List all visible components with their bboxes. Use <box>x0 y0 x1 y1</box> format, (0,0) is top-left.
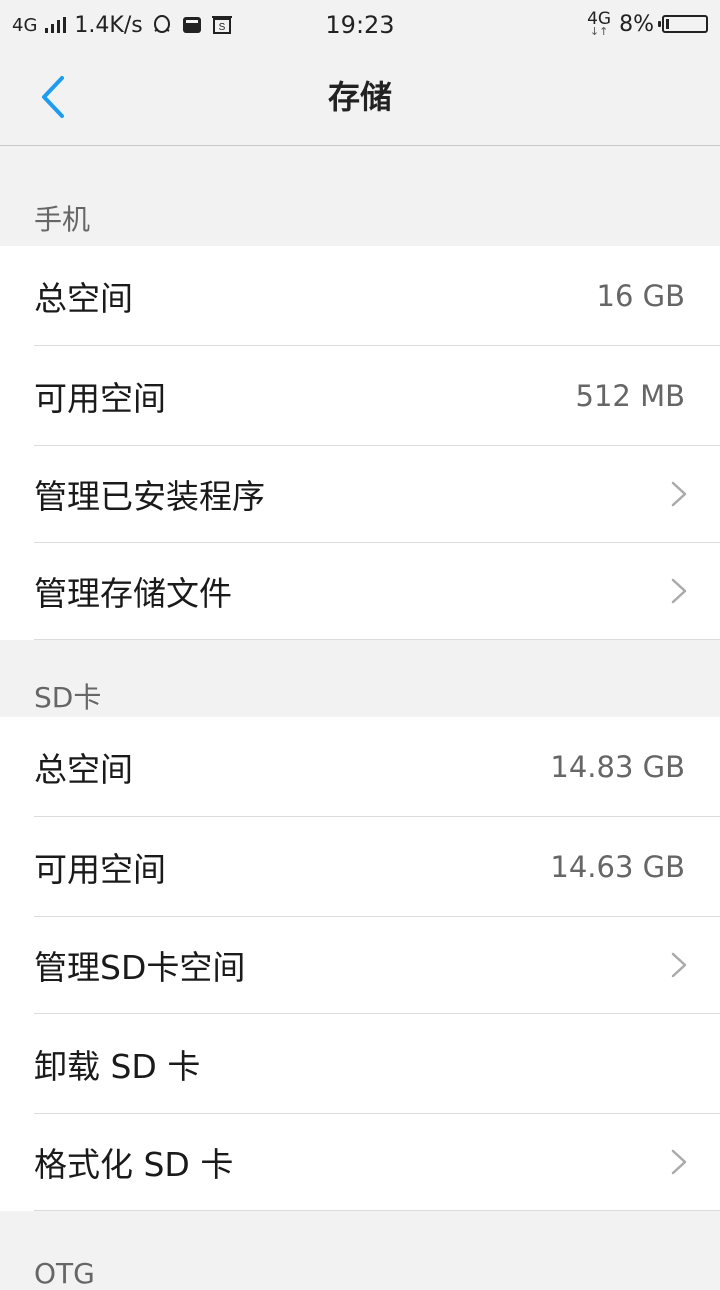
status-bar: 4G 1.4K/s S 19:23 4G ↓↑ 8% <box>0 0 720 50</box>
section-header-phone: 手机 <box>34 203 91 236</box>
manage-storage-files-row[interactable]: 管理存储文件 <box>34 543 720 640</box>
chevron-right-icon <box>671 1149 687 1175</box>
row-label: 总空间 <box>34 749 133 789</box>
sd-total-space-row: 总空间 14.83 GB <box>34 717 720 817</box>
section-header-sd-card: SD卡 <box>34 681 102 714</box>
storage-settings-list: 手机 总空间 16 GB 可用空间 512 MB 管理已安装程序 管理存储文件 … <box>0 146 720 1290</box>
row-value: 14.63 GB <box>550 849 685 884</box>
chevron-right-icon <box>671 578 687 604</box>
chevron-right-icon <box>671 952 687 978</box>
row-label: 管理已安装程序 <box>34 477 265 516</box>
row-label: 格式化 SD 卡 <box>34 1145 234 1184</box>
phone-available-space-row: 可用空间 512 MB <box>34 346 720 446</box>
battery-percent: 8% <box>619 11 654 37</box>
chevron-right-icon <box>671 481 687 507</box>
row-label: 总空间 <box>34 278 133 318</box>
unmount-sd-card-row[interactable]: 卸载 SD 卡 <box>34 1014 720 1114</box>
phone-total-space-row: 总空间 16 GB <box>34 246 720 346</box>
data-arrows-icon: ↓↑ <box>589 25 609 38</box>
chevron-left-icon <box>42 76 64 118</box>
row-label: 可用空间 <box>34 378 166 418</box>
row-label: 管理SD卡空间 <box>34 948 246 987</box>
row-value: 512 MB <box>575 378 686 413</box>
row-label: 可用空间 <box>34 849 166 889</box>
manage-installed-apps-row[interactable]: 管理已安装程序 <box>34 446 720 543</box>
status-bar-right: 4G ↓↑ 8% <box>587 8 708 40</box>
back-button[interactable] <box>30 70 90 125</box>
sd-available-space-row: 可用空间 14.63 GB <box>34 817 720 917</box>
phone-storage-group: 总空间 16 GB 可用空间 512 MB 管理已安装程序 管理存储文件 <box>0 246 720 640</box>
mobile-data-indicator: 4G ↓↑ <box>587 11 611 38</box>
page-title: 存储 <box>327 78 392 116</box>
row-label: 卸载 SD 卡 <box>34 1046 201 1086</box>
format-sd-card-row[interactable]: 格式化 SD 卡 <box>34 1114 720 1211</box>
section-header-otg: OTG <box>34 1257 95 1290</box>
row-label: 管理存储文件 <box>34 574 232 613</box>
navigation-bar: 存储 <box>0 50 720 146</box>
battery-level-fill <box>666 19 669 29</box>
manage-sd-space-row[interactable]: 管理SD卡空间 <box>34 917 720 1014</box>
sd-storage-group: 总空间 14.83 GB 可用空间 14.63 GB 管理SD卡空间 卸载 SD… <box>0 717 720 1211</box>
row-value: 14.83 GB <box>550 749 685 784</box>
row-value: 16 GB <box>596 278 686 313</box>
battery-icon <box>658 15 708 33</box>
